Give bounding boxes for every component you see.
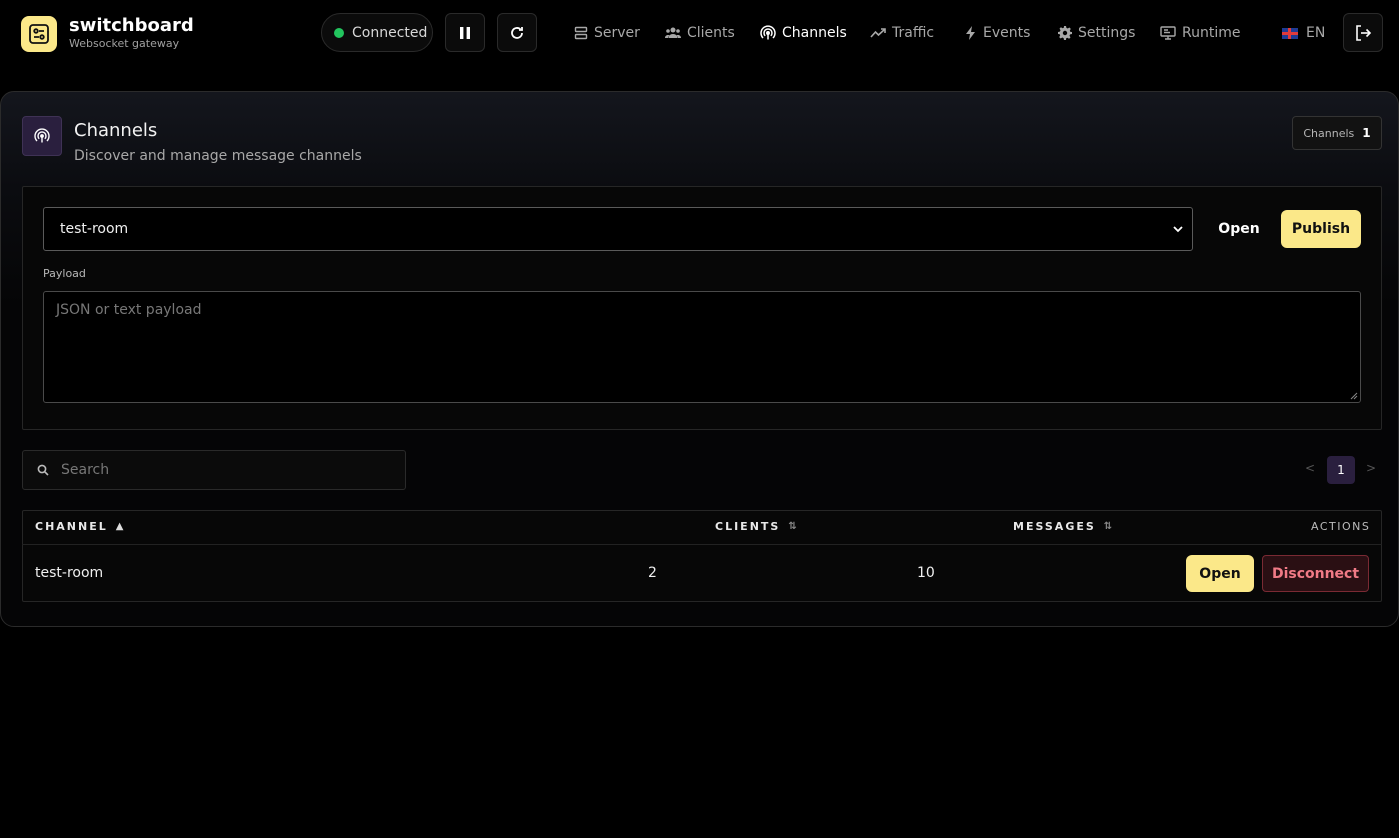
column-header-channel[interactable]: CHANNEL ▲: [35, 520, 123, 533]
app-title: switchboard: [69, 15, 194, 36]
nav-runtime-label: Runtime: [1182, 25, 1241, 41]
language-switcher[interactable]: EN: [1282, 22, 1325, 44]
payload-label: Payload: [43, 267, 86, 280]
connection-status: Connected: [321, 13, 433, 52]
channels-table: [22, 510, 1382, 602]
nav-events[interactable]: Events: [965, 22, 1030, 44]
row-disconnect-button[interactable]: Disconnect: [1262, 555, 1369, 592]
nav-channels-label: Channels: [782, 25, 847, 41]
nav-server[interactable]: Server: [574, 22, 640, 44]
column-header-actions: ACTIONS: [1311, 520, 1370, 533]
broadcast-icon: [34, 128, 50, 143]
row-channel-name: test-room: [35, 565, 104, 581]
payload-textarea[interactable]: JSON or text payload: [43, 291, 1361, 403]
channel-select-value: test-room: [60, 221, 129, 237]
nav-traffic[interactable]: Traffic: [870, 22, 934, 44]
count-label: Channels: [1303, 126, 1355, 140]
users-icon: [665, 27, 681, 38]
refresh-icon: [511, 26, 523, 39]
pause-button[interactable]: [445, 13, 485, 52]
row-clients-count: 2: [648, 565, 657, 581]
channels-count-badge: Channels 1: [1292, 116, 1382, 150]
count-value: 1: [1362, 126, 1371, 140]
column-channel-label: CHANNEL: [35, 520, 108, 533]
nav-clients[interactable]: Clients: [665, 22, 735, 44]
bolt-icon: [966, 26, 975, 40]
page-title: Channels: [74, 120, 158, 141]
column-actions-label: ACTIONS: [1311, 520, 1371, 533]
search-placeholder: Search: [61, 462, 110, 478]
table-header-divider: [22, 544, 1382, 545]
pagination-page[interactable]: 1: [1327, 456, 1355, 484]
uk-flag-icon: [1282, 27, 1298, 39]
nav-clients-label: Clients: [687, 25, 735, 41]
broadcast-icon: [760, 25, 776, 40]
column-clients-label: CLIENTS: [715, 520, 781, 533]
publish-button[interactable]: Publish: [1281, 210, 1361, 248]
search-input[interactable]: Search: [22, 450, 406, 490]
app-subtitle: Websocket gateway: [69, 37, 180, 50]
logout-icon: [1356, 24, 1372, 41]
column-header-clients[interactable]: CLIENTS ⇅: [715, 520, 797, 533]
nav-settings[interactable]: Settings: [1058, 22, 1135, 44]
channels-header-icon: [22, 116, 62, 156]
connection-status-label: Connected: [352, 24, 428, 41]
nav-channels[interactable]: Channels: [760, 22, 847, 44]
payload-placeholder: JSON or text payload: [56, 302, 202, 318]
logout-button[interactable]: [1343, 13, 1383, 52]
top-bar: switchboard Websocket gateway Connected …: [0, 0, 1399, 66]
gear-icon: [1058, 26, 1072, 40]
open-channel-button[interactable]: Open: [1209, 210, 1269, 248]
nav-runtime[interactable]: Runtime: [1160, 22, 1240, 44]
chevron-down-icon: [1173, 226, 1183, 233]
row-messages-count: 10: [917, 565, 935, 581]
resize-grip-icon[interactable]: [1350, 392, 1358, 400]
switchboard-logo-icon: [21, 15, 57, 52]
nav-traffic-label: Traffic: [892, 25, 935, 41]
pagination-prev[interactable]: <: [1305, 461, 1315, 475]
pagination-next[interactable]: >: [1366, 461, 1376, 475]
page-subtitle: Discover and manage message channels: [74, 148, 362, 164]
search-icon: [37, 464, 49, 476]
refresh-button[interactable]: [497, 13, 537, 52]
column-header-messages[interactable]: MESSAGES ⇅: [1013, 520, 1112, 533]
server-icon: [574, 26, 588, 40]
trend-icon: [870, 28, 886, 38]
nav-settings-label: Settings: [1078, 25, 1136, 41]
row-open-button[interactable]: Open: [1186, 555, 1254, 592]
nav-events-label: Events: [983, 25, 1031, 41]
pause-icon: [460, 26, 470, 39]
nav-server-label: Server: [594, 25, 640, 41]
sort-asc-icon: ▲: [115, 521, 124, 532]
status-dot-icon: [334, 27, 344, 38]
channel-select[interactable]: test-room: [43, 207, 1193, 251]
sort-icon: ⇅: [1103, 521, 1113, 532]
monitor-icon: [1160, 26, 1176, 40]
sort-icon: ⇅: [788, 521, 797, 532]
language-label: EN: [1306, 25, 1326, 41]
column-messages-label: MESSAGES: [1013, 520, 1096, 533]
brand[interactable]: switchboard Websocket gateway: [21, 15, 194, 52]
